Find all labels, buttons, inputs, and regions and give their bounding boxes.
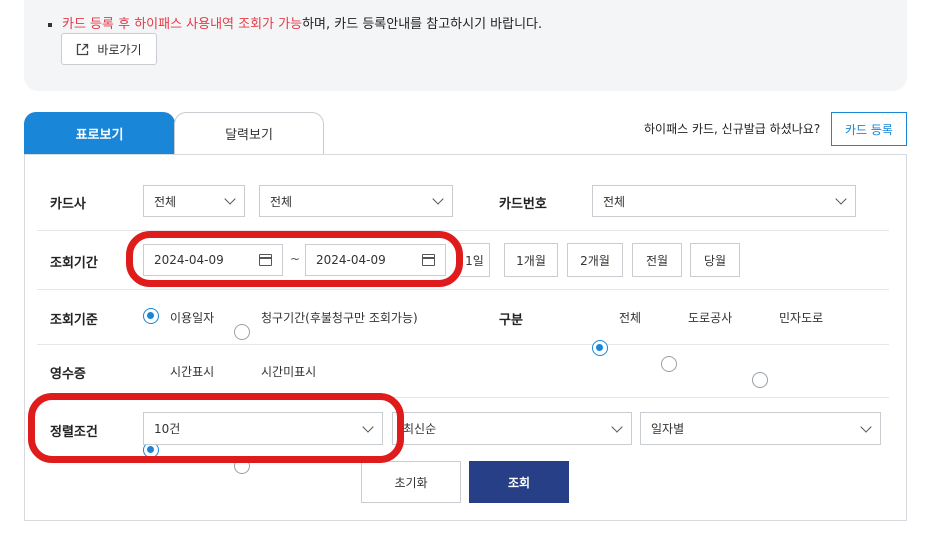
sort-order-value: 최신순	[403, 422, 437, 436]
criteria-label: 조회기준	[50, 313, 98, 328]
radio-category-all-label: 전체	[619, 311, 642, 325]
tab-table-view-label: 표로보기	[75, 127, 124, 143]
radio-billing-period[interactable]	[234, 324, 250, 340]
receipt-label: 영수증	[50, 367, 86, 382]
end-date-input[interactable]: 2024-04-09	[305, 244, 446, 276]
row-divider	[37, 344, 889, 345]
chevron-down-icon	[835, 193, 847, 205]
radio-use-date[interactable]	[143, 308, 159, 324]
radio-category-expressway-label: 도로공사	[688, 311, 733, 325]
card-company-select[interactable]: 전체	[143, 185, 245, 217]
bullet-icon	[48, 22, 52, 27]
calendar-icon[interactable]	[259, 254, 272, 266]
sort-order-select[interactable]: 최신순	[392, 412, 632, 445]
period-prev-month-button[interactable]: 전월	[632, 243, 682, 277]
radio-category-private-road-label: 민자도로	[779, 311, 824, 325]
chevron-down-icon	[362, 420, 374, 433]
search-button-label: 조회	[507, 475, 531, 490]
card-type-select-value: 전체	[270, 194, 293, 209]
goto-button-label: 바로가기	[97, 42, 142, 57]
tab-calendar-view[interactable]: 달력보기	[174, 112, 324, 154]
period-2month-label: 2개월	[580, 253, 610, 268]
period-2month-button[interactable]: 2개월	[567, 243, 623, 277]
goto-button[interactable]: 바로가기	[61, 33, 157, 65]
start-date-value: 2024-04-09	[154, 253, 224, 267]
card-company-select-value: 전체	[154, 194, 177, 209]
sort-count-value: 10건	[154, 422, 181, 436]
reset-button[interactable]: 초기화	[361, 461, 461, 503]
card-register-button[interactable]: 카드 등록	[831, 112, 907, 146]
period-this-month-label: 당월	[703, 253, 727, 268]
sort-label: 정렬조건	[50, 425, 98, 440]
card-company-label: 카드사	[50, 197, 86, 212]
end-date-value: 2024-04-09	[316, 253, 386, 267]
sort-group-select[interactable]: 일자별	[640, 412, 881, 445]
row-divider	[37, 289, 889, 290]
search-button[interactable]: 조회	[469, 461, 569, 503]
new-card-question: 하이패스 카드, 신규발급 하셨나요?	[644, 122, 821, 136]
period-1month-label: 1개월	[516, 253, 546, 268]
radio-billing-period-label: 청구기간(후불청구만 조회가능)	[261, 311, 418, 325]
date-separator: ~	[290, 252, 301, 266]
radio-category-expressway[interactable]	[661, 356, 677, 372]
calendar-icon[interactable]	[422, 254, 435, 266]
tab-calendar-view-label: 달력보기	[225, 128, 273, 143]
chevron-down-icon	[432, 193, 444, 205]
notice-highlight-text: 카드 등록 후 하이패스 사용내역 조회가 가능	[62, 17, 303, 32]
period-1month-button[interactable]: 1개월	[504, 243, 558, 277]
tab-table-view[interactable]: 표로보기	[24, 112, 175, 154]
radio-category-all[interactable]	[592, 340, 608, 356]
period-1day-button[interactable]: 1일	[460, 243, 490, 277]
card-type-select[interactable]: 전체	[259, 185, 453, 217]
card-number-select-value: 전체	[603, 194, 626, 209]
card-register-label: 카드 등록	[845, 122, 893, 137]
external-link-icon	[77, 43, 89, 55]
sort-group-value: 일자별	[651, 422, 685, 436]
notice-text: 카드 등록 후 하이패스 사용내역 조회가 가능하며, 카드 등록안내를 참고하…	[48, 13, 542, 32]
period-1day-label: 1일	[465, 253, 484, 268]
card-number-select[interactable]: 전체	[592, 185, 856, 217]
chevron-down-icon	[224, 193, 236, 205]
radio-hide-time[interactable]	[234, 458, 250, 474]
row-divider	[37, 230, 889, 231]
radio-category-private-road[interactable]	[752, 372, 768, 388]
radio-show-time-label: 시간표시	[170, 365, 215, 379]
start-date-input[interactable]: 2024-04-09	[143, 244, 283, 276]
period-this-month-button[interactable]: 당월	[690, 243, 740, 277]
sort-count-select[interactable]: 10건	[143, 412, 383, 445]
period-label: 조회기간	[50, 256, 98, 271]
radio-use-date-label: 이용일자	[170, 311, 215, 325]
card-number-label: 카드번호	[499, 197, 547, 212]
chevron-down-icon	[860, 420, 872, 433]
radio-hide-time-label: 시간미표시	[261, 365, 317, 379]
category-label: 구분	[499, 313, 523, 328]
notice-rest-text: 하며, 카드 등록안내를 참고하시기 바랍니다.	[302, 17, 543, 32]
reset-button-label: 초기화	[394, 475, 428, 490]
period-prev-month-label: 전월	[645, 253, 669, 268]
row-divider	[37, 397, 889, 398]
chevron-down-icon	[611, 420, 623, 433]
